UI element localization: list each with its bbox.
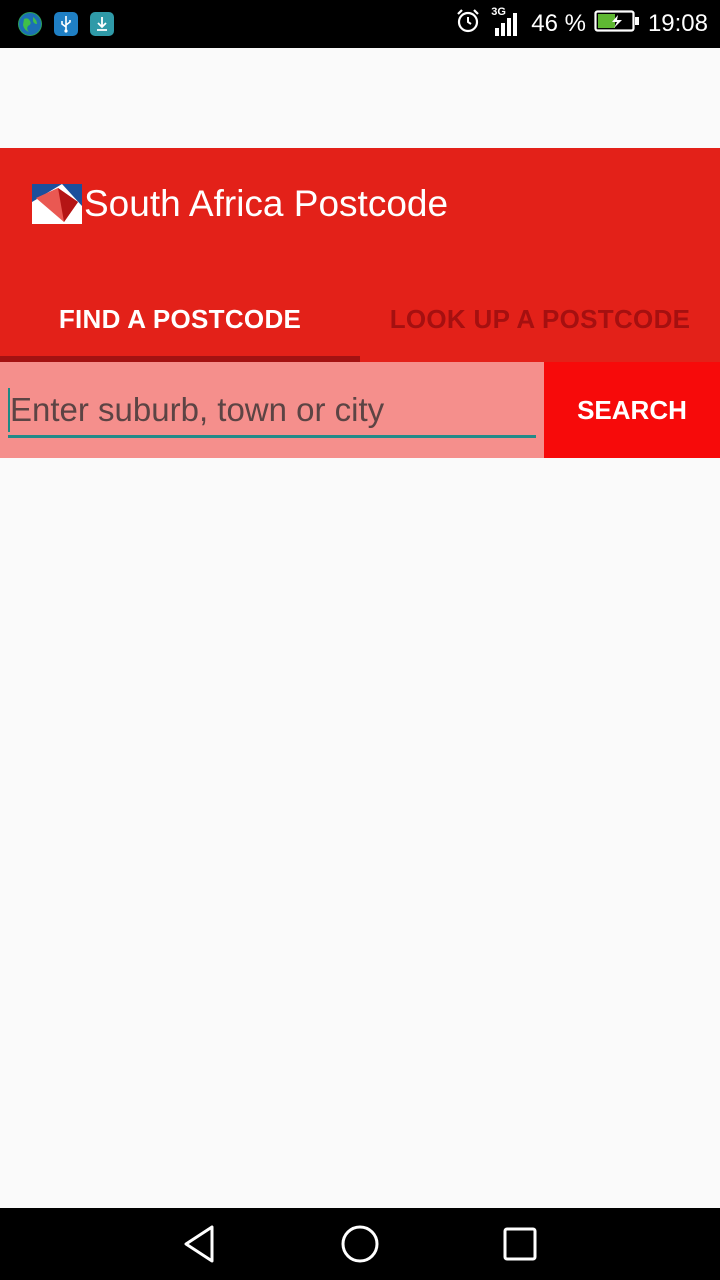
system-status: 3G 46 % 19:08 [455, 6, 708, 41]
clock: 19:08 [647, 10, 708, 37]
home-icon[interactable] [300, 1208, 420, 1280]
search-row: SEARCH [0, 362, 720, 458]
usb-icon [54, 12, 78, 36]
top-spacer [0, 48, 720, 148]
search-input-underline [8, 435, 536, 438]
tab-find-a-postcode[interactable]: FIND A POSTCODE [0, 276, 360, 362]
title-row: South Africa Postcode [32, 183, 449, 224]
back-icon[interactable] [140, 1208, 260, 1280]
app-logo-icon [32, 184, 82, 224]
status-bar: 3G 46 % 19:08 [0, 0, 720, 48]
globe-icon [18, 12, 42, 36]
app-bar: South Africa Postcode FIND A POSTCODE LO… [0, 148, 720, 362]
battery-percent: 46 % [531, 10, 586, 37]
battery-charging-icon [594, 9, 640, 40]
signal-icon: 3G [489, 6, 523, 38]
download-icon [90, 12, 114, 36]
navigation-bar [0, 1208, 720, 1280]
text-cursor [8, 388, 10, 432]
app-title: South Africa Postcode [84, 183, 449, 224]
tab-bar: FIND A POSTCODE LOOK UP A POSTCODE [0, 276, 720, 362]
search-button[interactable]: SEARCH [544, 362, 720, 458]
tab-look-up-a-postcode[interactable]: LOOK UP A POSTCODE [360, 276, 720, 362]
search-input[interactable] [8, 384, 536, 436]
recents-icon[interactable] [460, 1208, 580, 1280]
alarm-icon [455, 8, 481, 41]
notification-icons [18, 12, 114, 36]
search-field [0, 362, 544, 458]
